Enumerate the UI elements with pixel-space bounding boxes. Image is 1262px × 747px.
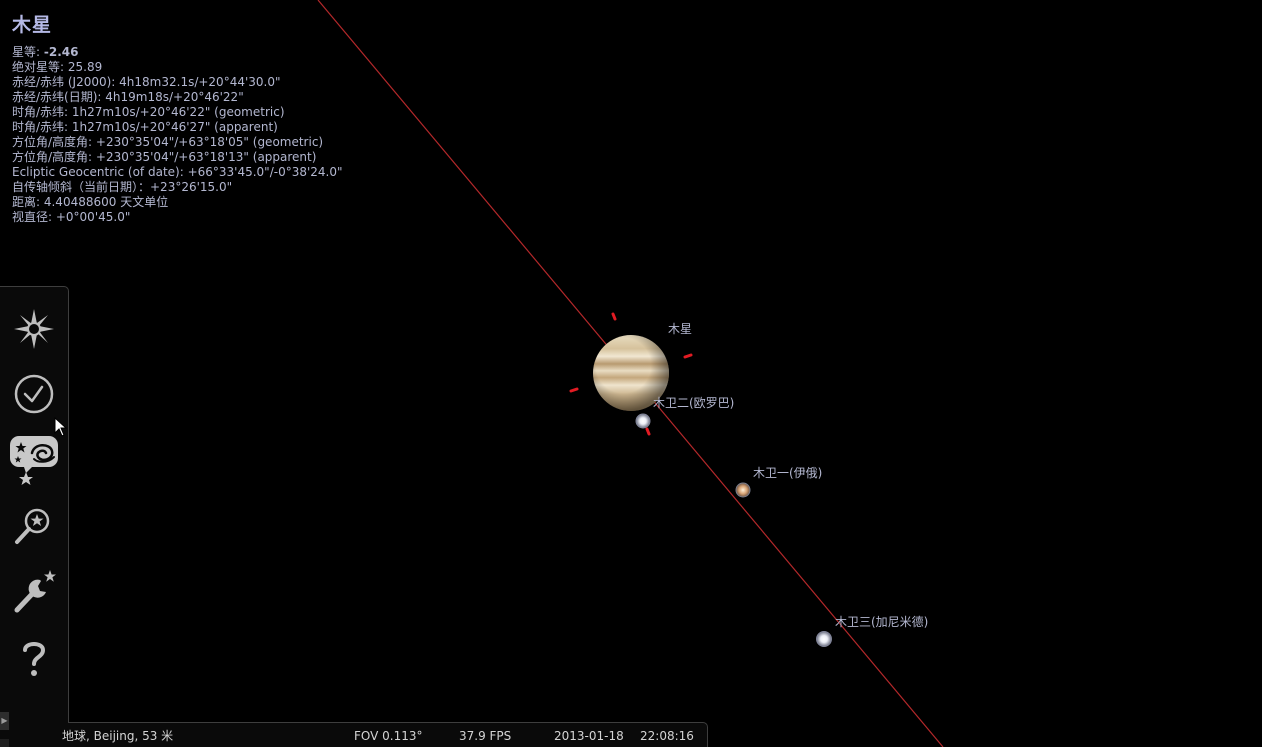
help-button[interactable] (8, 632, 60, 684)
info-magnitude: 星等: -2.46 (12, 45, 432, 60)
info-line: 时角/赤纬: 1h27m10s/+20°46'27" (apparent) (12, 120, 278, 134)
ganymede-label[interactable]: 木卫三(加尼米德) (835, 613, 928, 630)
search-icon (15, 508, 50, 544)
info-line: Ecliptic Geocentric (of date): +66°33'45… (12, 165, 343, 179)
fov-status: FOV 0.113° (354, 729, 423, 743)
info-line: 赤经/赤纬(日期): 4h19m18s/+20°46'22" (12, 90, 244, 104)
info-line: 视直径: +0°00'45.0" (12, 210, 131, 224)
settings-button[interactable] (8, 566, 60, 618)
magnitude-label: 星等: (12, 45, 41, 59)
magnitude-value: -2.46 (43, 45, 79, 59)
settings-icon (14, 570, 56, 613)
sidebar-toggle[interactable]: ▶ (0, 712, 9, 730)
left-toolbar: ▶ (0, 286, 69, 747)
info-line: 时角/赤纬: 1h27m10s/+20°46'22" (geometric) (12, 105, 285, 119)
mouse-cursor-icon (54, 417, 68, 437)
clock-icon (14, 374, 54, 414)
sky-objects-button[interactable] (8, 433, 60, 485)
fps-status: 37.9 FPS (459, 729, 512, 743)
info-line: 方位角/高度角: +230°35'04"/+63°18'05" (geometr… (12, 135, 324, 149)
io-moon[interactable] (735, 482, 751, 498)
help-icon (23, 642, 46, 676)
info-line: 方位角/高度角: +230°35'04"/+63°18'13" (apparen… (12, 150, 317, 164)
info-line: 绝对星等: 25.89 (12, 60, 103, 74)
date-status[interactable]: 2013-01-18 (554, 729, 624, 743)
sky-display-button[interactable] (8, 303, 60, 355)
time-status[interactable]: 22:08:16 (640, 729, 694, 743)
info-line: 自传轴倾斜（当前日期）：+23°26'15.0" (12, 180, 233, 194)
sky-objects-icon (10, 436, 58, 485)
ganymede-moon[interactable] (816, 631, 832, 647)
info-line: 赤经/赤纬 (J2000): 4h18m32.1s/+20°44'30.0" (12, 75, 281, 89)
europa-label[interactable]: 木卫二(欧罗巴) (653, 394, 734, 411)
search-button[interactable] (8, 500, 60, 552)
toolbar-corner (0, 739, 9, 747)
jupiter-label[interactable]: 木星 (668, 320, 692, 337)
object-info-panel: 木星 星等: -2.46 绝对星等: 25.89 赤经/赤纬 (J2000): … (12, 10, 432, 225)
location-status[interactable]: 地球, Beijing, 53 米 (62, 729, 173, 743)
object-title: 木星 (12, 14, 53, 36)
sky-display-icon (14, 309, 54, 349)
info-line: 距离: 4.40488600 天文单位 (12, 195, 169, 209)
europa-moon[interactable] (635, 413, 651, 429)
date-time-button[interactable] (8, 368, 60, 420)
io-label[interactable]: 木卫一(伊俄) (753, 464, 822, 481)
